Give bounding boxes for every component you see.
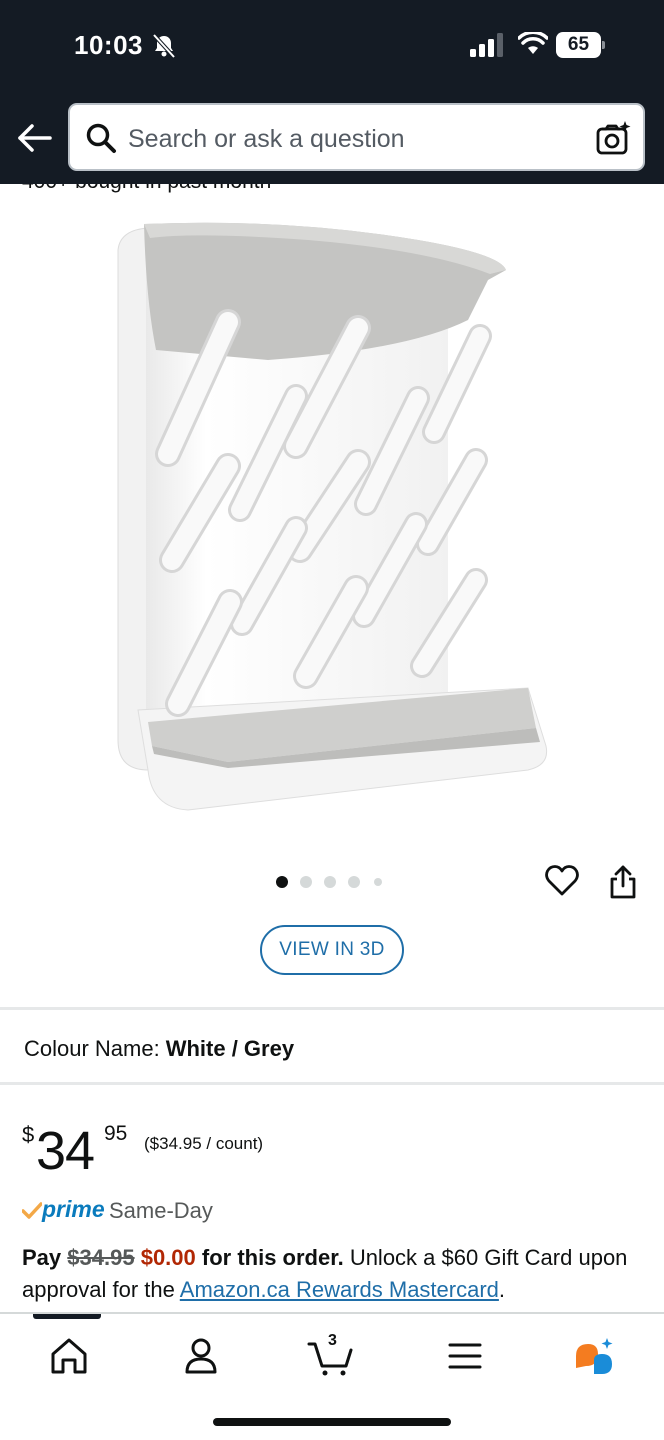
offer-for-order: for this order. (201, 1245, 344, 1270)
battery-level: 65 (567, 34, 590, 55)
price-whole: 34 (36, 1121, 95, 1181)
view-in-3d-button[interactable]: VIEW IN 3D (260, 925, 404, 975)
credit-card-offer: Pay $34.95 $0.00 for this order. Unlock … (22, 1242, 642, 1306)
active-tab-indicator (33, 1314, 101, 1319)
rewards-card-link[interactable]: Amazon.ca Rewards Mastercard (180, 1277, 499, 1302)
carousel-dot[interactable] (300, 876, 312, 888)
home-indicator (213, 1418, 451, 1426)
share-icon[interactable] (608, 864, 638, 900)
prime-delivery-speed: Same-Day (109, 1198, 213, 1223)
wifi-icon (518, 32, 548, 54)
status-bar: 10:03 65 (0, 0, 664, 90)
price-per-unit: ($34.95 / count) (144, 1134, 264, 1153)
bought-count-peek: 400+ bought in past month (22, 184, 322, 194)
status-time: 10:03 (74, 30, 143, 60)
rufus-ai-icon[interactable] (570, 1334, 620, 1378)
offer-pay: Pay (22, 1245, 62, 1270)
carousel-dot[interactable] (348, 876, 360, 888)
prime-check-icon (22, 1202, 42, 1219)
search-placeholder: Search or ask a question (128, 125, 405, 153)
cellular-signal-icon (470, 33, 503, 57)
camera-lens-icon[interactable] (594, 119, 632, 157)
home-icon[interactable] (44, 1334, 94, 1378)
bell-slash-icon (152, 33, 176, 59)
battery-indicator: 65 (556, 32, 606, 58)
cart-button[interactable]: 3 (306, 1332, 356, 1378)
offer-old-price: $34.95 (67, 1245, 135, 1270)
price-fraction: 95 (104, 1122, 128, 1145)
prime-logo-text: prime (42, 1196, 105, 1222)
colour-label: Colour Name: (24, 1036, 160, 1061)
section-divider (0, 1007, 664, 1010)
back-arrow-icon[interactable] (16, 120, 54, 156)
menu-icon[interactable] (440, 1334, 490, 1378)
carousel-dot[interactable] (374, 878, 382, 886)
app-header: 10:03 65 Search or ask a question (0, 0, 664, 184)
carousel-dot[interactable] (276, 876, 288, 888)
account-icon[interactable] (176, 1334, 226, 1378)
image-carousel-dots (276, 874, 396, 890)
search-input[interactable]: Search or ask a question (68, 103, 645, 171)
colour-selection[interactable]: Colour Name: White / Grey (24, 1036, 294, 1062)
offer-new-price: $0.00 (140, 1245, 196, 1270)
product-image[interactable] (108, 210, 556, 820)
colour-value: White / Grey (165, 1036, 295, 1061)
price-currency: $ (22, 1122, 35, 1147)
carousel-dot[interactable] (324, 876, 336, 888)
heart-icon[interactable] (544, 864, 580, 898)
search-icon (86, 123, 116, 153)
cart-count-badge: 3 (328, 1332, 337, 1349)
offer-period: . (498, 1277, 506, 1302)
section-divider (0, 1082, 664, 1085)
